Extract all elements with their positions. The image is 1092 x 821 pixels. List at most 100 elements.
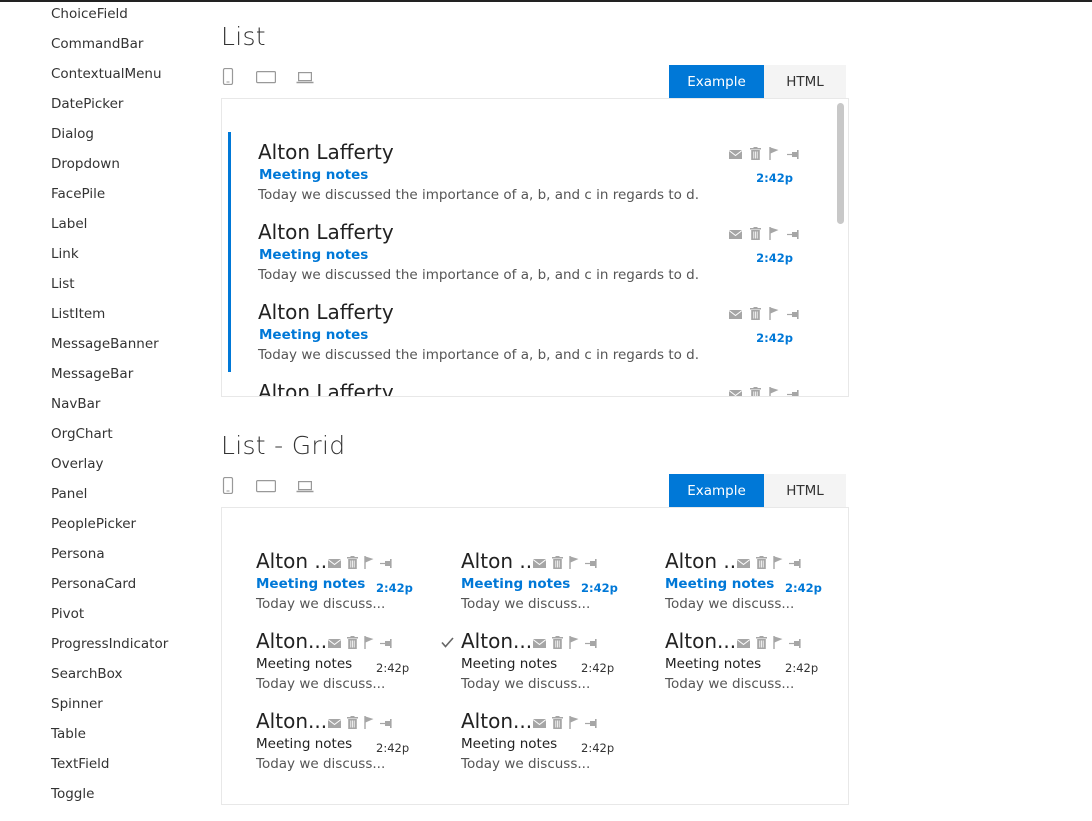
sidebar-item-choicefield[interactable]: ChoiceField: [51, 6, 128, 22]
sidebar-item-facepile[interactable]: FacePile: [51, 186, 105, 202]
tablet-icon[interactable]: [256, 479, 276, 493]
trash-icon[interactable]: [756, 634, 767, 653]
trash-icon[interactable]: [750, 305, 761, 324]
flag-icon[interactable]: [364, 634, 374, 653]
sidebar-item-peoplepicker[interactable]: PeoplePicker: [51, 516, 136, 532]
flag-icon[interactable]: [364, 554, 374, 573]
pin-icon[interactable]: [787, 145, 800, 164]
pin-icon[interactable]: [787, 305, 800, 324]
mail-icon[interactable]: [327, 714, 342, 733]
grid-item[interactable]: Alton... Meeting notes 2:42p Today we discu…: [256, 629, 416, 699]
sidebar-item-overlay[interactable]: Overlay: [51, 456, 103, 472]
laptop-icon[interactable]: [296, 479, 314, 493]
tablet-icon[interactable]: [256, 70, 276, 84]
sidebar-item-spinner[interactable]: Spinner: [51, 696, 103, 712]
pin-icon[interactable]: [380, 634, 393, 653]
trash-icon[interactable]: [750, 145, 761, 164]
sidebar-item-contextualmenu[interactable]: ContextualMenu: [51, 66, 162, 82]
sidebar-item-datepicker[interactable]: DatePicker: [51, 96, 123, 112]
mail-icon[interactable]: [728, 305, 743, 324]
tab-html[interactable]: HTML: [764, 65, 846, 98]
sidebar-item-toggle[interactable]: Toggle: [51, 786, 94, 802]
sidebar-item-listitem[interactable]: ListItem: [51, 306, 105, 322]
sidebar-item-personacard[interactable]: PersonaCard: [51, 576, 136, 592]
scrollbar-thumb[interactable]: [837, 103, 844, 224]
mail-icon[interactable]: [728, 145, 743, 164]
sidebar-item-dialog[interactable]: Dialog: [51, 126, 94, 142]
mail-icon[interactable]: [728, 385, 743, 396]
list-item[interactable]: Alton Lafferty Meeting notes Today we disc…: [258, 140, 800, 220]
sidebar-item-textfield[interactable]: TextField: [51, 756, 109, 772]
pin-icon[interactable]: [789, 634, 802, 653]
sidebar-item-link[interactable]: Link: [51, 246, 79, 262]
mail-icon[interactable]: [532, 554, 547, 573]
sidebar-item-commandbar[interactable]: CommandBar: [51, 36, 143, 52]
pin-icon[interactable]: [787, 225, 800, 244]
flag-icon[interactable]: [769, 305, 779, 324]
sidebar-item-messagebanner[interactable]: MessageBanner: [51, 336, 159, 352]
grid-item[interactable]: Alton... Meeting notes 2:42p Today we discu…: [461, 709, 621, 779]
trash-icon[interactable]: [347, 714, 358, 733]
trash-icon[interactable]: [756, 554, 767, 573]
mail-icon[interactable]: [327, 634, 342, 653]
mail-icon[interactable]: [327, 554, 342, 573]
phone-icon[interactable]: [222, 68, 234, 85]
mail-icon[interactable]: [532, 714, 547, 733]
list-item[interactable]: Alton Lafferty Meeting notes Today we disc…: [258, 300, 800, 380]
trash-icon[interactable]: [347, 634, 358, 653]
trash-icon[interactable]: [347, 554, 358, 573]
grid-item[interactable]: Alton ... Meeting notes 2:42p Today we disc…: [461, 549, 621, 619]
pin-icon[interactable]: [585, 554, 598, 573]
laptop-icon[interactable]: [296, 70, 314, 84]
grid-item[interactable]: Alton ... Meeting notes 2:42p Today we disc…: [256, 549, 416, 619]
phone-icon[interactable]: [222, 477, 234, 494]
sidebar-item-pivot[interactable]: Pivot: [51, 606, 84, 622]
pin-icon[interactable]: [789, 554, 802, 573]
list-item[interactable]: Alton Lafferty: [258, 380, 800, 396]
sidebar-item-list[interactable]: List: [51, 276, 75, 292]
trash-icon[interactable]: [552, 554, 563, 573]
sidebar-item-searchbox[interactable]: SearchBox: [51, 666, 122, 682]
sidebar-item-panel[interactable]: Panel: [51, 486, 87, 502]
sidebar-item-dropdown[interactable]: Dropdown: [51, 156, 120, 172]
trash-icon[interactable]: [552, 714, 563, 733]
list-scrollbar[interactable]: [834, 99, 848, 396]
flag-icon[interactable]: [364, 714, 374, 733]
pin-icon[interactable]: [787, 385, 800, 396]
sidebar-item-label[interactable]: Label: [51, 216, 87, 232]
list-item[interactable]: Alton Lafferty Meeting notes Today we disc…: [258, 220, 800, 300]
pin-icon[interactable]: [585, 714, 598, 733]
flag-icon[interactable]: [569, 714, 579, 733]
mail-icon[interactable]: [736, 634, 751, 653]
mail-icon[interactable]: [736, 554, 751, 573]
grid-item[interactable]: Alton... Meeting notes 2:42p Today we discu…: [441, 629, 621, 699]
grid-item[interactable]: Alton... Meeting notes 2:42p Today we discu…: [665, 629, 825, 699]
mail-icon[interactable]: [728, 225, 743, 244]
flag-icon[interactable]: [769, 145, 779, 164]
pin-icon[interactable]: [380, 714, 393, 733]
sidebar-item-navbar[interactable]: NavBar: [51, 396, 100, 412]
flag-icon[interactable]: [769, 385, 779, 396]
flag-icon[interactable]: [773, 634, 783, 653]
pin-icon[interactable]: [585, 634, 598, 653]
flag-icon[interactable]: [773, 554, 783, 573]
trash-icon[interactable]: [750, 385, 761, 396]
checkmark-icon[interactable]: [441, 633, 454, 652]
flag-icon[interactable]: [769, 225, 779, 244]
pin-icon[interactable]: [380, 554, 393, 573]
trash-icon[interactable]: [552, 634, 563, 653]
sidebar-item-progressindicator[interactable]: ProgressIndicator: [51, 636, 168, 652]
mail-icon[interactable]: [532, 634, 547, 653]
tab-example[interactable]: Example: [669, 65, 764, 98]
tab-example[interactable]: Example: [669, 474, 764, 507]
flag-icon[interactable]: [569, 634, 579, 653]
sidebar-item-messagebar[interactable]: MessageBar: [51, 366, 133, 382]
grid-item[interactable]: Alton... Meeting notes 2:42p Today we discu…: [256, 709, 416, 779]
flag-icon[interactable]: [569, 554, 579, 573]
tab-html[interactable]: HTML: [764, 474, 846, 507]
sidebar-item-table[interactable]: Table: [51, 726, 86, 742]
sidebar-item-orgchart[interactable]: OrgChart: [51, 426, 113, 442]
grid-item[interactable]: Alton ... Meeting notes 2:42p Today we disc…: [665, 549, 825, 619]
trash-icon[interactable]: [750, 225, 761, 244]
sidebar-item-persona[interactable]: Persona: [51, 546, 105, 562]
